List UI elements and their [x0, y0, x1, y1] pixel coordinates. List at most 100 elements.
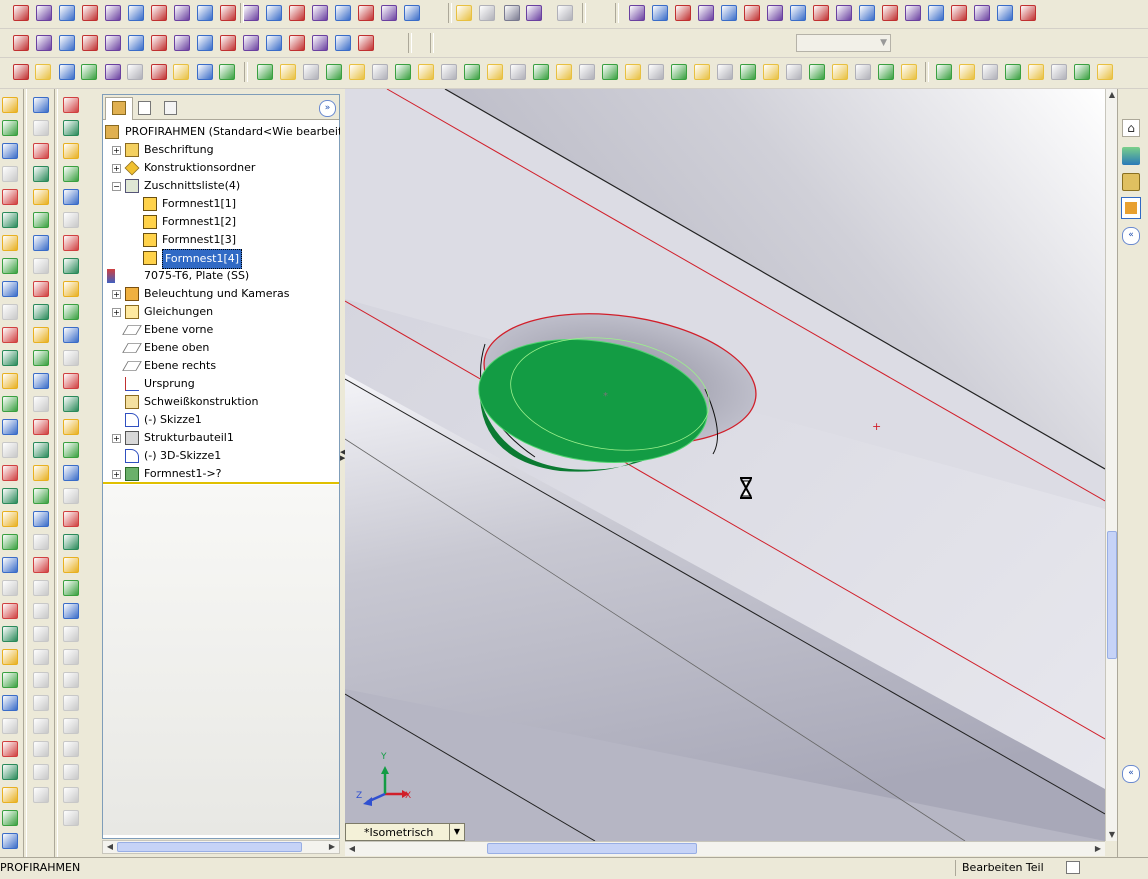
- tool-icon[interactable]: [33, 764, 49, 780]
- toolbar-button[interactable]: [973, 4, 991, 22]
- tool-icon[interactable]: [63, 787, 79, 803]
- tree-expand-toggle[interactable]: +: [112, 434, 121, 443]
- toolbar-button[interactable]: [325, 63, 343, 81]
- toolbar-button[interactable]: [265, 4, 283, 22]
- toolbar-button[interactable]: [1004, 63, 1022, 81]
- tree-item[interactable]: (-) 3D-Skizze1: [105, 447, 337, 465]
- toolbar-button[interactable]: [58, 34, 76, 52]
- file-explorer-icon[interactable]: [1122, 173, 1140, 191]
- tool-icon[interactable]: [63, 603, 79, 619]
- tool-icon[interactable]: [33, 557, 49, 573]
- toolbar-button[interactable]: [58, 4, 76, 22]
- tree-item[interactable]: + Strukturbauteil1: [105, 429, 337, 447]
- toolbar-button[interactable]: [935, 63, 953, 81]
- tool-icon[interactable]: [2, 787, 18, 803]
- tool-icon[interactable]: [33, 488, 49, 504]
- tool-icon[interactable]: [33, 304, 49, 320]
- graphics-area[interactable]: * + X Y Z *Isometrisch ▼: [345, 89, 1105, 841]
- toolbar-button[interactable]: [256, 63, 274, 81]
- toolbar-button[interactable]: [440, 63, 458, 81]
- tool-icon[interactable]: [33, 235, 49, 251]
- tool-icon[interactable]: [63, 810, 79, 826]
- view-orientation-selector[interactable]: *Isometrisch ▼: [345, 823, 465, 841]
- toolbar-button[interactable]: [380, 4, 398, 22]
- toolbar-button[interactable]: [716, 63, 734, 81]
- tool-icon[interactable]: [2, 212, 18, 228]
- tree-item[interactable]: Ebene oben: [105, 339, 337, 357]
- toolbar-button[interactable]: [785, 63, 803, 81]
- tool-icon[interactable]: [2, 603, 18, 619]
- status-rebuild-indicator[interactable]: [1066, 861, 1080, 874]
- tree-item[interactable]: + Konstruktionsordner: [105, 159, 337, 177]
- tool-icon[interactable]: [2, 419, 18, 435]
- design-library-icon[interactable]: [1122, 147, 1140, 165]
- tool-icon[interactable]: [63, 764, 79, 780]
- tool-icon[interactable]: [63, 672, 79, 688]
- tool-icon[interactable]: [33, 327, 49, 343]
- toolbar-button[interactable]: [900, 63, 918, 81]
- toolbar-button[interactable]: [80, 63, 98, 81]
- toolbar-button[interactable]: [739, 63, 757, 81]
- tree-expand-toggle[interactable]: +: [112, 164, 121, 173]
- tree-horizontal-scrollbar[interactable]: ◀ ▶: [102, 840, 340, 854]
- tree-expand-toggle[interactable]: +: [112, 146, 121, 155]
- tool-icon[interactable]: [33, 419, 49, 435]
- toolbar-button[interactable]: [1050, 63, 1068, 81]
- tool-icon[interactable]: [63, 419, 79, 435]
- toolbar-button[interactable]: [720, 4, 738, 22]
- tool-icon[interactable]: [33, 212, 49, 228]
- toolbar-button[interactable]: [371, 63, 389, 81]
- tool-icon[interactable]: [63, 97, 79, 113]
- tree-item[interactable]: + Gleichungen: [105, 303, 337, 321]
- toolbar-button[interactable]: [302, 63, 320, 81]
- tool-icon[interactable]: [33, 189, 49, 205]
- scroll-left-arrow[interactable]: ◀: [345, 842, 359, 856]
- toolbar-button[interactable]: [854, 63, 872, 81]
- chevron-down-icon[interactable]: ▼: [449, 824, 464, 840]
- toolbar-button[interactable]: [1073, 63, 1091, 81]
- tool-icon[interactable]: [2, 442, 18, 458]
- tool-icon[interactable]: [63, 304, 79, 320]
- tool-icon[interactable]: [2, 373, 18, 389]
- tree-item[interactable]: Formnest1[1]: [105, 195, 337, 213]
- configuration-dropdown[interactable]: ▼: [796, 34, 891, 52]
- tab-property-manager[interactable]: [133, 99, 157, 119]
- toolbar-button[interactable]: [173, 4, 191, 22]
- toolbar-button[interactable]: [958, 63, 976, 81]
- tool-icon[interactable]: [63, 281, 79, 297]
- tool-icon[interactable]: [63, 350, 79, 366]
- toolbar-button[interactable]: [288, 34, 306, 52]
- tool-icon[interactable]: [63, 718, 79, 734]
- toolbar-button[interactable]: [789, 4, 807, 22]
- tool-icon[interactable]: [63, 488, 79, 504]
- tool-icon[interactable]: [33, 626, 49, 642]
- tool-icon[interactable]: [33, 350, 49, 366]
- toolbar-button[interactable]: [34, 63, 52, 81]
- scroll-thumb[interactable]: [117, 842, 302, 852]
- toolbar-button[interactable]: [743, 4, 761, 22]
- toolbar-button[interactable]: [808, 63, 826, 81]
- toolbar-button[interactable]: [58, 63, 76, 81]
- scroll-right-arrow[interactable]: ▶: [326, 841, 338, 853]
- viewport-horizontal-scrollbar[interactable]: ◀ ▶: [345, 841, 1105, 856]
- tool-icon[interactable]: [63, 695, 79, 711]
- toolbar-button[interactable]: [927, 4, 945, 22]
- tree-item[interactable]: Formnest1[4]: [105, 249, 337, 269]
- toolbar-button[interactable]: [357, 34, 375, 52]
- toolbar-button[interactable]: [651, 4, 669, 22]
- tool-icon[interactable]: [63, 258, 79, 274]
- tool-icon[interactable]: [2, 626, 18, 642]
- expand-panel-button[interactable]: »: [319, 100, 336, 117]
- tool-icon[interactable]: [63, 442, 79, 458]
- toolbar-button[interactable]: [762, 63, 780, 81]
- toolbar-button[interactable]: [104, 4, 122, 22]
- toolbar-button[interactable]: [35, 4, 53, 22]
- toolbar-button[interactable]: [104, 34, 122, 52]
- tool-icon[interactable]: [63, 557, 79, 573]
- toolbar-button[interactable]: [674, 4, 692, 22]
- scroll-left-arrow[interactable]: ◀: [104, 841, 116, 853]
- tree-item[interactable]: Formnest1[2]: [105, 213, 337, 231]
- toolbar-button[interactable]: [455, 4, 473, 22]
- tree-item[interactable]: Schweißkonstruktion: [105, 393, 337, 411]
- toolbar-button[interactable]: [835, 4, 853, 22]
